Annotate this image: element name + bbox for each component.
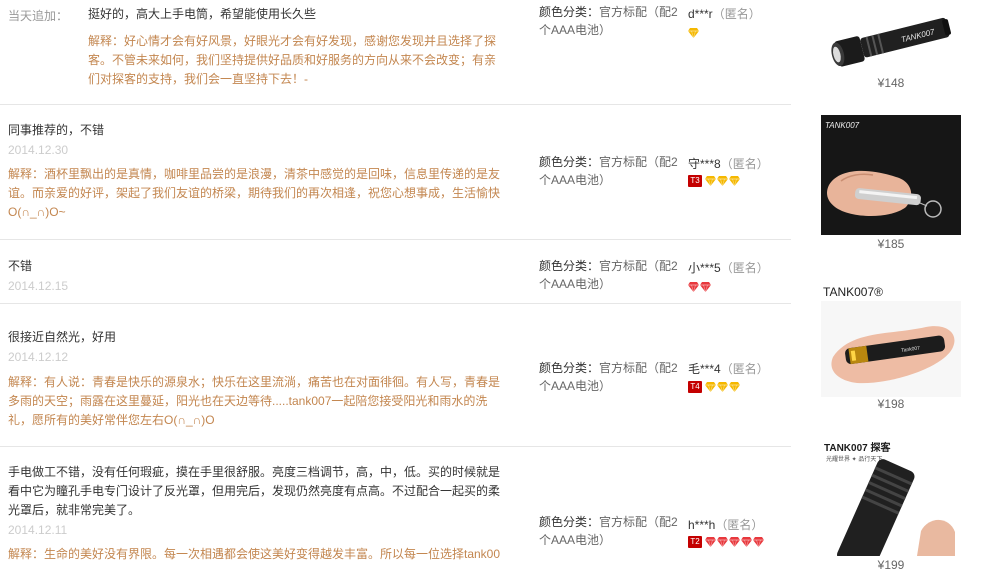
reviewer-badges [688, 281, 711, 293]
reviewer-name[interactable]: 毛***4（匿名） [688, 360, 769, 377]
product-card[interactable]: TANK007® Tank007 ¥198 [821, 275, 961, 415]
seller-reply: 解释：好心情才会有好风景，好眼光才会有好发现，感谢您发现并且选择了探客。不管未来… [88, 34, 497, 86]
product-price[interactable]: ¥185 [821, 237, 961, 251]
diamond-icon [741, 537, 752, 547]
review-row: 不错 2014.12.15 颜色分类：官方标配（配2个AAA电池） 小***5（… [0, 239, 791, 304]
flashlight-black-zoom-image: TANK007 探客 光耀世界 ✦ 品行天下 [821, 436, 961, 556]
reviewer-badges: T4 [688, 381, 740, 393]
seller-reply: 解释：生命的美好没有界限。每一次相遇都会使这美好变得越发丰富。所以每一位选择ta… [8, 547, 501, 561]
diamond-icon [688, 28, 699, 38]
review-row: 当天追加： 挺好的，高大上手电筒，希望能使用长久些 解释：好心情才会有好风景，好… [0, 0, 791, 105]
brand-print: TANK007 [825, 121, 860, 130]
review-comment: 挺好的，高大上手电筒，希望能使用长久些 [88, 7, 317, 21]
flashlight-uv-in-hand-image: TANK007® Tank007 [821, 275, 961, 397]
brand-slogan: 光耀世界 ✦ 品行天下 [826, 455, 882, 463]
reviewer-nick[interactable]: h***h [688, 518, 715, 532]
diamond-icon [717, 176, 728, 186]
reviewer-level-badge: T2 [688, 536, 702, 548]
product-image[interactable]: TANK007 [821, 0, 961, 77]
diamond-icon [729, 382, 740, 392]
product-image[interactable]: TANK007® Tank007 [821, 275, 961, 397]
sku-info: 颜色分类：官方标配（配2个AAA电池） [539, 257, 679, 293]
product-price[interactable]: ¥198 [821, 397, 961, 411]
sku-key: 颜色分类： [539, 259, 600, 273]
diamond-icon [729, 176, 740, 186]
reviewer-level-badge: T3 [688, 175, 702, 187]
reviewer-nick[interactable]: 毛***4 [688, 362, 721, 376]
review-comment: 不错 [8, 259, 33, 273]
reviewer-name[interactable]: 小***5（匿名） [688, 259, 769, 276]
sku-key: 颜色分类： [539, 5, 600, 19]
diamond-icon [729, 537, 740, 547]
diamond-icon [700, 282, 711, 292]
product-price[interactable]: ¥148 [821, 76, 961, 90]
reviewer-nick[interactable]: d***r [688, 7, 713, 21]
sku-info: 颜色分类：官方标配（配2个AAA电池） [539, 359, 679, 395]
product-image[interactable]: TANK007 [821, 115, 961, 235]
diamond-icon [705, 382, 716, 392]
diamond-icon [705, 176, 716, 186]
diamond-icon [717, 537, 728, 547]
diamond-icon [705, 537, 716, 547]
review-date: 2014.12.11 [8, 523, 68, 537]
product-price[interactable]: ¥199 [821, 558, 961, 572]
review-row: 手电做工不错，没有任何瑕疵，摸在手里很舒服。亮度三档调节，高，中，低。买的时候就… [0, 446, 791, 576]
review-date: 2014.12.12 [8, 350, 69, 364]
reviewer-level-badge: T4 [688, 381, 702, 393]
brand-print: TANK007 探客 [824, 441, 891, 454]
diamond-icon [688, 282, 699, 292]
anonymous-tag: （匿名） [720, 157, 769, 171]
sku-info: 颜色分类：官方标配（配2个AAA电池） [539, 153, 679, 189]
review-date: 2014.12.30 [8, 143, 69, 157]
reviewer-badges: T2 [688, 536, 764, 548]
anonymous-tag: （匿名） [720, 362, 769, 376]
review-date: 2014.12.15 [8, 279, 69, 293]
product-card[interactable]: TANK007 ¥185 [821, 115, 961, 255]
diamond-icon [717, 382, 728, 392]
reviewer-name[interactable]: h***h（匿名） [688, 516, 763, 533]
sku-key: 颜色分类： [539, 515, 600, 529]
review-comment: 很接近自然光，好用 [8, 330, 117, 344]
reviewer-nick[interactable]: 小***5 [688, 261, 721, 275]
review-row: 很接近自然光，好用 2014.12.12 解释：有人说：青春是快乐的源泉水；快乐… [0, 303, 791, 447]
append-label: 当天追加： [8, 9, 69, 23]
anonymous-tag: （匿名） [720, 261, 769, 275]
product-card[interactable]: TANK007 ¥148 [821, 0, 961, 95]
product-image[interactable]: TANK007 探客 光耀世界 ✦ 品行天下 [821, 436, 961, 556]
sku-info: 颜色分类：官方标配（配2个AAA电池） [539, 3, 679, 39]
product-card[interactable]: TANK007 探客 光耀世界 ✦ 品行天下 ¥199 [821, 436, 961, 576]
review-comment: 手电做工不错，没有任何瑕疵，摸在手里很舒服。亮度三档调节，高，中，低。买的时候就… [8, 465, 501, 517]
review-comment: 同事推荐的，不错 [8, 123, 105, 137]
reviewer-badges [688, 27, 699, 39]
anonymous-tag: （匿名） [712, 7, 761, 21]
diamond-icon [753, 537, 764, 547]
reviewer-name[interactable]: 守***8（匿名） [688, 155, 769, 172]
sku-key: 颜色分类： [539, 361, 600, 375]
brand-print: TANK007® [823, 285, 883, 299]
seller-reply: 解释：有人说：青春是快乐的源泉水；快乐在这里流淌，痛苦也在对面徘徊。有人写，青春… [8, 375, 501, 427]
flashlight-silver-in-hand-image: TANK007 [821, 115, 961, 235]
sku-info: 颜色分类：官方标配（配2个AAA电池） [539, 513, 679, 549]
reviewer-badges: T3 [688, 175, 740, 187]
flashlight-black-image: TANK007 [821, 0, 961, 77]
sku-key: 颜色分类： [539, 155, 600, 169]
anonymous-tag: （匿名） [715, 518, 764, 532]
reviewer-nick[interactable]: 守***8 [688, 157, 721, 171]
seller-reply: 解释：酒杯里飘出的是真情，咖啡里品尝的是浪漫，清茶中感觉的是回味，信息里传递的是… [8, 167, 501, 219]
review-row: 同事推荐的，不错 2014.12.30 解释：酒杯里飘出的是真情，咖啡里品尝的是… [0, 104, 791, 240]
reviewer-name[interactable]: d***r（匿名） [688, 5, 761, 22]
